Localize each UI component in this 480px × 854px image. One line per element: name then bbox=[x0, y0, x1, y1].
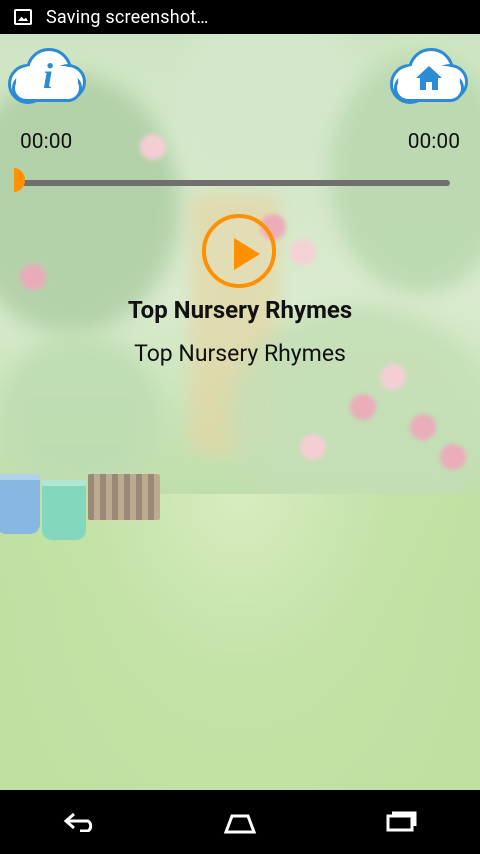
seek-bar[interactable] bbox=[22, 180, 450, 186]
track-subtitle: Top Nursery Rhymes bbox=[134, 340, 346, 367]
status-text: Saving screenshot… bbox=[46, 6, 209, 28]
status-bar: Saving screenshot… bbox=[0, 0, 480, 34]
navigation-bar bbox=[0, 790, 480, 854]
recent-apps-icon bbox=[386, 811, 417, 832]
back-button[interactable] bbox=[50, 802, 110, 842]
app-screen: i 00:00 00:00 Top Nursery Rhymes Top Nur… bbox=[0, 34, 480, 790]
home-outline-icon bbox=[223, 814, 257, 834]
info-icon: i bbox=[42, 56, 53, 96]
seek-thumb[interactable] bbox=[14, 168, 36, 192]
info-button[interactable]: i bbox=[2, 44, 90, 108]
current-time: 00:00 bbox=[20, 130, 73, 154]
home-icon bbox=[416, 66, 442, 90]
home-button[interactable] bbox=[384, 44, 472, 108]
image-icon bbox=[14, 9, 32, 25]
track-title: Top Nursery Rhymes bbox=[127, 296, 353, 324]
back-icon bbox=[63, 812, 93, 832]
total-time: 00:00 bbox=[407, 130, 460, 154]
home-nav-button[interactable] bbox=[210, 802, 270, 842]
recent-apps-button[interactable] bbox=[370, 802, 430, 842]
play-button[interactable] bbox=[202, 214, 276, 288]
